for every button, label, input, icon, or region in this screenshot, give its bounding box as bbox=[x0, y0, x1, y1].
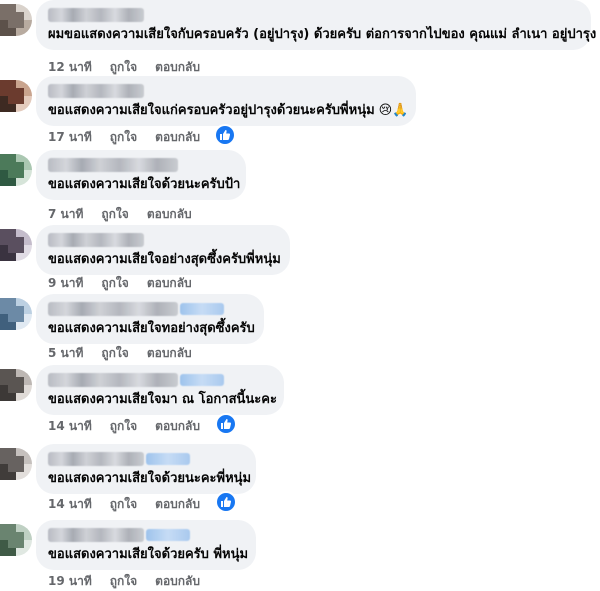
comment-bubble: ขอแสดงความเสียใจอย่างสุดซึ้งครับพี่หนุ่ม bbox=[36, 225, 290, 275]
commenter-name-redacted[interactable] bbox=[48, 373, 224, 387]
reply-link[interactable]: ตอบกลับ bbox=[155, 419, 200, 433]
comment-text: ขอแสดงความเสียใจด้วยนะคะพี่หนุ่ม bbox=[48, 470, 251, 488]
reply-link[interactable]: ตอบกลับ bbox=[147, 276, 192, 290]
avatar[interactable] bbox=[0, 4, 32, 36]
comment-text: ขอแสดงความเสียใจด้วยนะครับป้า bbox=[48, 176, 240, 194]
reply-link[interactable]: ตอบกลับ bbox=[155, 130, 200, 144]
commenter-name-redacted[interactable] bbox=[48, 158, 178, 172]
comment-bubble: ขอแสดงความเสียใจทอย่างสุดซึ้งครับ bbox=[36, 294, 264, 344]
comment-text-body: ขอแสดงความเสียใจด้วยนะครับป้า bbox=[48, 177, 241, 192]
comment-bubble: ขอแสดงความเสียใจด้วยนะคะพี่หนุ่ม bbox=[36, 444, 256, 494]
like-link[interactable]: ถูกใจ bbox=[110, 419, 137, 433]
comment-text-body: ขอแสดงความเสียใจแก่ครอบครัวอยู่ปารุงด้วย… bbox=[48, 103, 375, 118]
reply-link[interactable]: ตอบกลับ bbox=[155, 60, 200, 74]
like-link[interactable]: ถูกใจ bbox=[110, 497, 137, 511]
commenter-name-redacted[interactable] bbox=[48, 452, 190, 466]
comment-text: ขอแสดงความเสียใจอย่างสุดซึ้งครับพี่หนุ่ม bbox=[48, 251, 281, 269]
comment-actions: 17 นาที ถูกใจ ตอบกลับ bbox=[48, 128, 218, 147]
comment-timestamp[interactable]: 19 นาที bbox=[48, 574, 92, 588]
commenter-name-redacted[interactable] bbox=[48, 233, 144, 247]
reply-link[interactable]: ตอบกลับ bbox=[147, 346, 192, 360]
comment-text-body: ผมขอแสดงความเสียใจกับครอบครัว (อยู่ปารุง… bbox=[48, 27, 597, 42]
comment-text: ผมขอแสดงความเสียใจกับครอบครัว (อยู่ปารุง… bbox=[48, 26, 596, 44]
commenter-name-redacted-tail bbox=[180, 303, 224, 315]
like-link[interactable]: ถูกใจ bbox=[101, 346, 128, 360]
commenter-name-redacted-tail bbox=[146, 453, 190, 465]
comment-emoji: 😢🙏 bbox=[378, 103, 409, 118]
comment-actions: 5 นาที ถูกใจ ตอบกลับ bbox=[48, 344, 210, 363]
comment-text-body: ขอแสดงความเสียใจมา ณ โอกาสนี้นะคะ bbox=[48, 392, 277, 407]
avatar[interactable] bbox=[0, 80, 32, 112]
like-link[interactable]: ถูกใจ bbox=[110, 60, 137, 74]
commenter-name-redacted[interactable] bbox=[48, 528, 190, 542]
comment-timestamp[interactable]: 14 นาที bbox=[48, 497, 92, 511]
comment-bubble: ขอแสดงความเสียใจแก่ครอบครัวอยู่ปารุงด้วย… bbox=[36, 76, 416, 126]
comment-bubble: ขอแสดงความเสียใจด้วยนะครับป้า bbox=[36, 150, 246, 200]
comment-actions: 19 นาที ถูกใจ ตอบกลับ bbox=[48, 572, 218, 591]
comment-bubble: ขอแสดงความเสียใจด้วยครับ พี่หนุ่ม bbox=[36, 520, 256, 570]
reply-link[interactable]: ตอบกลับ bbox=[155, 574, 200, 588]
like-link[interactable]: ถูกใจ bbox=[110, 130, 137, 144]
comment-timestamp[interactable]: 17 นาที bbox=[48, 130, 92, 144]
avatar[interactable] bbox=[0, 298, 32, 330]
avatar[interactable] bbox=[0, 369, 32, 401]
comment-timestamp[interactable]: 14 นาที bbox=[48, 419, 92, 433]
like-reaction-icon[interactable] bbox=[215, 491, 237, 513]
comment-text: ขอแสดงความเสียใจมา ณ โอกาสนี้นะคะ bbox=[48, 391, 277, 409]
comment-timestamp[interactable]: 12 นาที bbox=[48, 60, 92, 74]
avatar[interactable] bbox=[0, 229, 32, 261]
comment-timestamp[interactable]: 7 นาที bbox=[48, 207, 83, 221]
commenter-name-redacted[interactable] bbox=[48, 84, 144, 98]
avatar[interactable] bbox=[0, 524, 32, 556]
reply-link[interactable]: ตอบกลับ bbox=[155, 497, 200, 511]
comment-actions: 14 นาที ถูกใจ ตอบกลับ bbox=[48, 417, 218, 436]
commenter-name-redacted-tail bbox=[180, 374, 224, 386]
comment-text-body: ขอแสดงความเสียใจอย่างสุดซึ้งครับพี่หนุ่ม bbox=[48, 252, 281, 267]
reply-link[interactable]: ตอบกลับ bbox=[147, 207, 192, 221]
comment-actions: 12 นาที ถูกใจ ตอบกลับ bbox=[48, 58, 218, 77]
comment-text: ขอแสดงความเสียใจแก่ครอบครัวอยู่ปารุงด้วย… bbox=[48, 102, 408, 120]
comment-actions: 7 นาที ถูกใจ ตอบกลับ bbox=[48, 205, 210, 224]
like-link[interactable]: ถูกใจ bbox=[110, 574, 137, 588]
comment-actions: 9 นาที ถูกใจ ตอบกลับ bbox=[48, 274, 210, 293]
comment-text-body: ขอแสดงความเสียใจด้วยนะคะพี่หนุ่ม bbox=[48, 471, 252, 486]
avatar[interactable] bbox=[0, 448, 32, 480]
comment-text-body: ขอแสดงความเสียใจด้วยครับ พี่หนุ่ม bbox=[48, 547, 249, 562]
commenter-name-redacted[interactable] bbox=[48, 302, 224, 316]
comment-text: ขอแสดงความเสียใจทอย่างสุดซึ้งครับ bbox=[48, 320, 255, 338]
comment-bubble: ผมขอแสดงความเสียใจกับครอบครัว (อยู่ปารุง… bbox=[36, 0, 596, 50]
commenter-name-redacted-tail bbox=[146, 529, 190, 541]
avatar[interactable] bbox=[0, 154, 32, 186]
comment-timestamp[interactable]: 5 นาที bbox=[48, 346, 83, 360]
comment-text-body: ขอแสดงความเสียใจทอย่างสุดซึ้งครับ bbox=[48, 321, 255, 336]
comment-text: ขอแสดงความเสียใจด้วยครับ พี่หนุ่ม bbox=[48, 546, 248, 564]
like-link[interactable]: ถูกใจ bbox=[101, 207, 128, 221]
comment-actions: 14 นาที ถูกใจ ตอบกลับ bbox=[48, 495, 218, 514]
comment-bubble: ขอแสดงความเสียใจมา ณ โอกาสนี้นะคะ bbox=[36, 365, 284, 415]
like-reaction-icon[interactable] bbox=[214, 124, 236, 146]
like-link[interactable]: ถูกใจ bbox=[101, 276, 128, 290]
like-reaction-icon[interactable] bbox=[215, 413, 237, 435]
commenter-name-redacted[interactable] bbox=[48, 8, 144, 22]
comment-timestamp[interactable]: 9 นาที bbox=[48, 276, 83, 290]
